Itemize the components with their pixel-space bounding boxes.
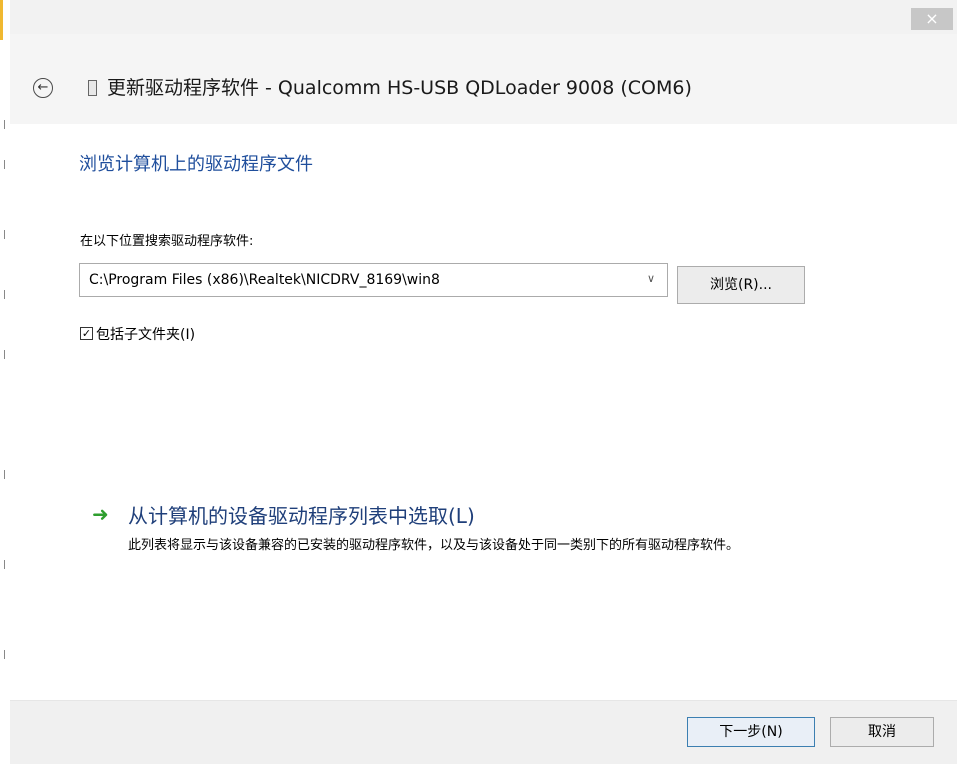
search-location-label: 在以下位置搜索驱动程序软件: [80, 234, 254, 249]
title-bar: × [10, 0, 957, 34]
background-mark [4, 560, 8, 569]
driver-path-combobox[interactable]: C:\Program Files (x86)\Realtek\NICDRV_81… [79, 263, 668, 297]
include-subfolders-checkbox[interactable]: ✓ [80, 327, 93, 340]
chevron-down-icon[interactable]: ∨ [647, 272, 655, 285]
cancel-button[interactable]: 取消 [830, 717, 934, 747]
background-mark [4, 290, 8, 299]
background-window-accent [0, 0, 3, 40]
content-area [10, 124, 957, 700]
background-mark [4, 650, 8, 659]
background-window-edge [0, 0, 10, 763]
background-mark [4, 350, 8, 359]
close-button[interactable]: × [911, 8, 953, 30]
driver-path-value[interactable]: C:\Program Files (x86)\Realtek\NICDRV_81… [89, 272, 440, 288]
background-mark [4, 160, 8, 169]
back-arrow-icon[interactable]: ← [33, 78, 53, 98]
background-mark [4, 470, 8, 479]
background-mark [4, 120, 8, 129]
green-arrow-icon: ➜ [92, 502, 109, 526]
usb-device-icon [88, 80, 97, 96]
include-subfolders-label[interactable]: 包括子文件夹(I) [96, 324, 195, 344]
update-driver-dialog: × ← 更新驱动程序软件 - Qualcomm HS-USB QDLoader … [10, 0, 957, 764]
pick-from-list-description: 此列表将显示与该设备兼容的已安装的驱动程序软件，以及与该设备处于同一类别下的所有… [128, 538, 740, 553]
dialog-title: 更新驱动程序软件 - Qualcomm HS-USB QDLoader 9008… [107, 77, 692, 99]
page-heading: 浏览计算机上的驱动程序文件 [79, 154, 313, 175]
pick-from-list-link[interactable]: 从计算机的设备驱动程序列表中选取(L) [128, 500, 475, 529]
background-mark [4, 230, 8, 239]
browse-button[interactable]: 浏览(R)... [677, 266, 805, 304]
next-button[interactable]: 下一步(N) [687, 717, 815, 747]
